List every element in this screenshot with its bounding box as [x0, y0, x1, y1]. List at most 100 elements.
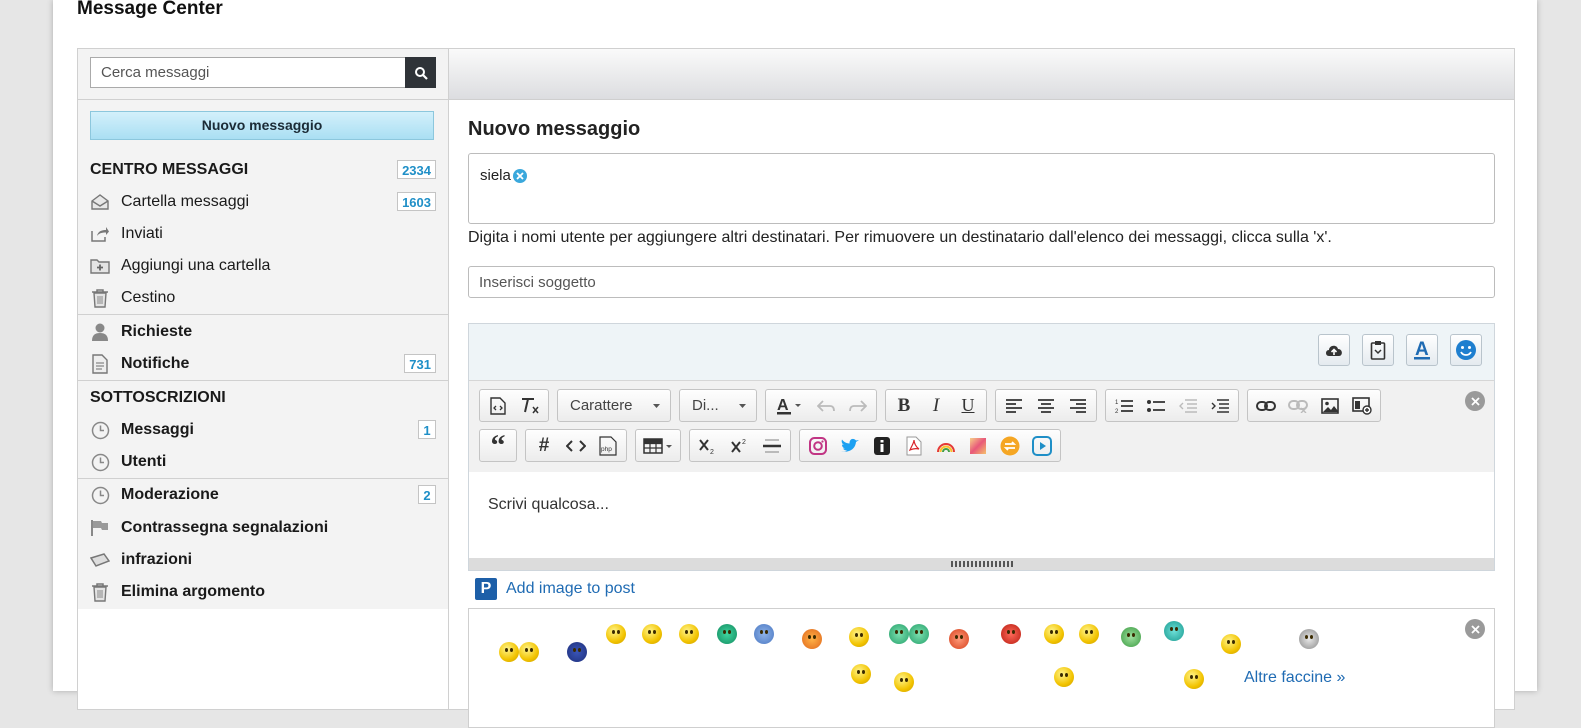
twitter-button[interactable] [834, 432, 866, 460]
code-button[interactable] [560, 432, 592, 460]
sidebar-item-inbox-folder[interactable]: Cartella messaggi 1603 [90, 188, 436, 216]
source-button[interactable] [482, 392, 514, 420]
editor-toolbar: Carattere Di... A B I U 1 2 “ # php 2 2 [469, 380, 1494, 473]
remove-recipient-button[interactable] [512, 168, 527, 183]
search-input[interactable] [90, 57, 405, 88]
php-button[interactable]: php [592, 432, 624, 460]
hashtag-button[interactable]: # [528, 432, 560, 460]
quote-button[interactable]: “ [482, 429, 514, 462]
subject-input[interactable] [468, 266, 1495, 298]
video-button[interactable] [1026, 432, 1058, 460]
sidebar-item-trash[interactable]: Cestino [90, 284, 436, 312]
smiley-button[interactable] [1450, 334, 1482, 366]
more-smileys-link[interactable]: Altre faccine » [1244, 669, 1345, 687]
undo-button[interactable] [810, 392, 842, 420]
instagram-button[interactable] [802, 432, 834, 460]
pdf-button[interactable] [898, 432, 930, 460]
sidebar-item-delete-topic[interactable]: Elimina argomento [90, 578, 436, 606]
quote-icon: “ [490, 428, 506, 462]
smiley-icon[interactable] [1001, 624, 1021, 644]
smiley-icon[interactable] [1164, 621, 1184, 641]
smiley-icon[interactable] [1184, 669, 1204, 689]
horizontal-rule-icon [763, 438, 781, 453]
text-color-icon: A [777, 397, 801, 414]
close-toolbar-button[interactable] [1465, 391, 1485, 411]
recipient-tag: siela [480, 167, 527, 184]
editor-body[interactable]: Scrivi qualcosa... [469, 472, 1494, 558]
recipient-field[interactable]: siela [468, 153, 1495, 224]
sidebar-item-sent[interactable]: Inviati [90, 220, 436, 248]
smiley-icon[interactable] [1044, 624, 1064, 644]
table-button[interactable] [638, 432, 678, 460]
numbered-list-button[interactable]: 12 [1108, 392, 1140, 420]
indent-button[interactable] [1204, 392, 1236, 420]
smiley-icon[interactable] [679, 624, 699, 644]
redo-button[interactable] [842, 392, 874, 420]
search-button[interactable] [405, 57, 436, 88]
sidebar-item-label: Utenti [121, 453, 167, 470]
smiley-icon[interactable] [909, 624, 929, 644]
toolbar-group-size: Di... [679, 389, 757, 422]
smiley-icon[interactable] [894, 672, 914, 692]
font-size-select[interactable]: Di... [682, 392, 754, 420]
smiley-icon[interactable] [717, 624, 737, 644]
sidebar-item-flag-reports[interactable]: Contrassegna segnalazioni [90, 514, 436, 542]
postimage-icon: P [475, 578, 497, 600]
rainbow-button[interactable] [930, 432, 962, 460]
align-left-button[interactable] [998, 392, 1030, 420]
smiley-icon[interactable] [499, 642, 519, 662]
info-embed-button[interactable] [866, 432, 898, 460]
smiley-icon[interactable] [889, 624, 909, 644]
bold-button[interactable]: B [888, 392, 920, 420]
upload-button[interactable] [1318, 334, 1350, 366]
horizontal-rule-button[interactable] [756, 432, 788, 460]
sidebar-item-requests[interactable]: Richieste [90, 318, 436, 346]
text-color-button[interactable]: A [768, 392, 810, 420]
image-button[interactable] [1314, 392, 1346, 420]
align-center-button[interactable] [1030, 392, 1062, 420]
smiley-icon[interactable] [1079, 624, 1099, 644]
italic-button[interactable]: I [920, 392, 952, 420]
smiley-icon[interactable] [642, 624, 662, 644]
smiley-icon[interactable] [851, 664, 871, 684]
unlink-button[interactable] [1282, 392, 1314, 420]
text-format-button[interactable]: A [1406, 334, 1438, 366]
outdent-button[interactable] [1172, 392, 1204, 420]
sidebar-item-infractions[interactable]: infrazioni [90, 546, 436, 574]
smiley-icon[interactable] [849, 627, 869, 647]
clipboard-button[interactable] [1362, 334, 1394, 366]
smiley-icon[interactable] [1121, 627, 1141, 647]
smiley-icon[interactable] [1054, 667, 1074, 687]
align-right-button[interactable] [1062, 392, 1094, 420]
sidebar-item-add-folder[interactable]: Aggiungi una cartella [90, 252, 436, 280]
bullet-list-button[interactable] [1140, 392, 1172, 420]
smiley-icon[interactable] [754, 624, 774, 644]
smiley-icon[interactable] [567, 642, 587, 662]
smiley-icon[interactable] [519, 642, 539, 662]
link-button[interactable] [1250, 392, 1282, 420]
smiley-icon[interactable] [802, 629, 822, 649]
smiley-icon[interactable] [1221, 634, 1241, 654]
sidebar-item-moderation[interactable]: Moderazione 2 [90, 481, 436, 509]
superscript-button[interactable]: 2 [724, 432, 756, 460]
add-image-label: Add image to post [506, 580, 635, 597]
inbox-header[interactable]: CENTRO MESSAGGI 2334 [90, 156, 436, 184]
editor-resize-handle[interactable] [469, 558, 1494, 570]
subscript-button[interactable]: 2 [692, 432, 724, 460]
smiley-icon[interactable] [949, 629, 969, 649]
swap-button[interactable] [994, 432, 1026, 460]
smiley-icon[interactable] [606, 624, 626, 644]
media-embed-button[interactable] [1346, 392, 1378, 420]
compose-title: Nuovo messaggio [468, 118, 641, 140]
new-message-button[interactable]: Nuovo messaggio [90, 111, 434, 140]
smiley-icon[interactable] [1299, 629, 1319, 649]
close-smileys-button[interactable] [1465, 619, 1485, 639]
sidebar-item-subscribed-messages[interactable]: Messaggi 1 [90, 416, 436, 444]
sidebar-item-notifications[interactable]: Notifiche 731 [90, 350, 436, 378]
remove-format-button[interactable] [514, 392, 546, 420]
add-image-link[interactable]: P Add image to post [475, 578, 635, 600]
gradient-button[interactable] [962, 432, 994, 460]
underline-button[interactable]: U [952, 392, 984, 420]
font-family-select[interactable]: Carattere [560, 392, 668, 420]
sidebar-item-subscribed-users[interactable]: Utenti [90, 448, 436, 476]
